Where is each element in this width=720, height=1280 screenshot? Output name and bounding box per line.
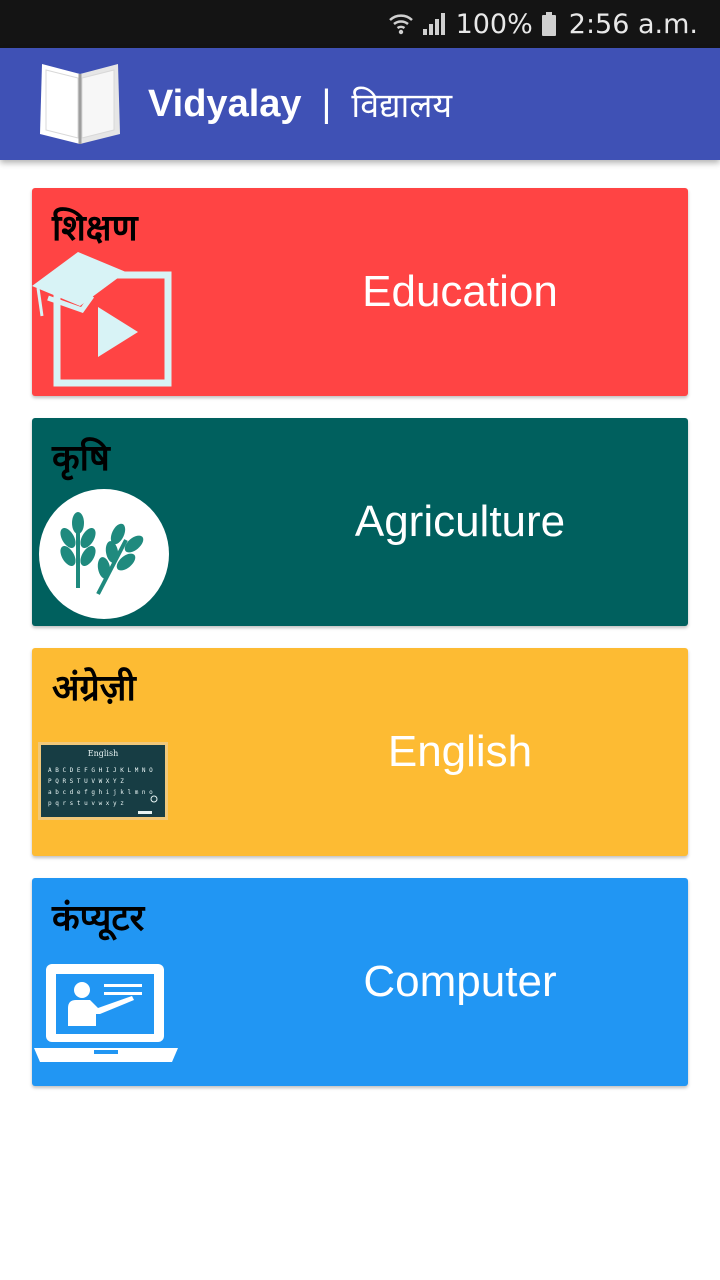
battery-icon [541,11,557,37]
chalkboard-title: English [88,749,119,758]
app-bar: Vidyalay | विद्यालय [0,48,720,160]
chalkboard-line: p q r s t u v w x y z [48,800,124,807]
wheat-icon [38,488,170,625]
card-label: English [387,727,533,776]
status-bar: 100% 2:56 a.m. [0,0,720,48]
card-hindi-label: कंप्यूटर [52,898,145,939]
clock: 2:56 a.m. [568,8,698,40]
chalkboard-line: a b c d e f g h i j k l m n o [48,789,153,796]
title-separator: | [321,82,332,125]
english-card[interactable]: अंग्रेज़ी English A B C D E F G H I J K … [32,648,688,856]
laptop-teacher-icon [32,962,180,1069]
chalkboard-line: A B C D E F G H I J K L M N O [48,767,153,774]
card-label: Education [362,267,558,316]
card-hindi-label: अंग्रेज़ी [52,668,136,709]
card-hindi-label: कृषि [52,438,110,479]
education-card[interactable]: शिक्षण Education [32,188,688,396]
open-book-icon [36,62,124,146]
agriculture-card[interactable]: कृषि Agriculture [32,418,688,626]
card-label: Agriculture [354,497,566,546]
app-title-hindi: विद्यालय [351,86,453,126]
wifi-icon [388,11,414,37]
card-label: Computer [363,957,557,1006]
battery-percent: 100% [455,8,533,40]
chalkboard-line: P Q R S T U V W X Y Z [48,778,124,785]
computer-card[interactable]: कंप्यूटर Computer [32,878,688,1086]
app-title: Vidyalay | विद्यालय [148,48,452,160]
graduation-video-icon [32,250,177,393]
app-title-english: Vidyalay [148,82,302,125]
chalkboard-icon: English A B C D E F G H I J K L M N O P … [38,742,168,825]
card-hindi-label: शिक्षण [52,208,138,249]
signal-icon [422,11,448,37]
